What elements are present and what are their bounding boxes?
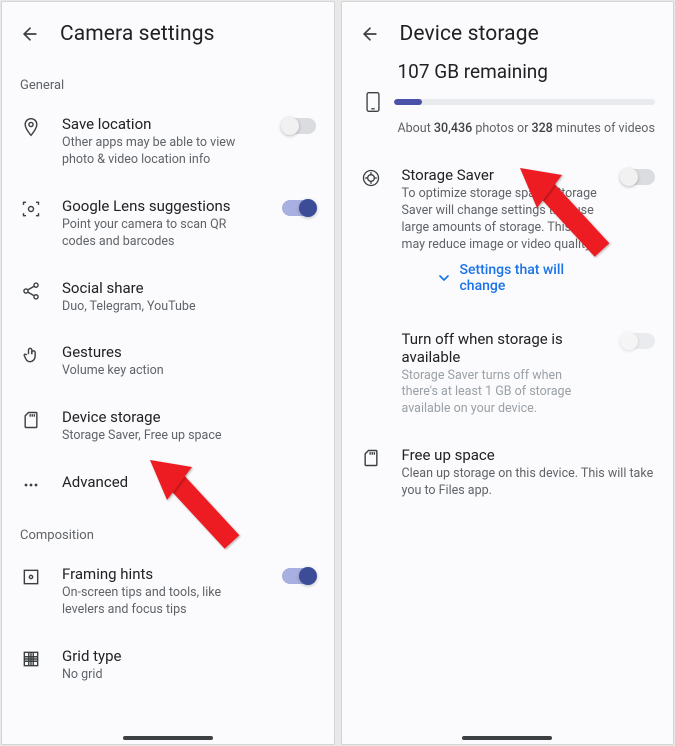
setting-subtitle: Clean up storage on this device. This wi… — [402, 466, 656, 500]
header: Device storage — [342, 2, 674, 60]
grid-icon — [20, 648, 42, 670]
row-turnoff[interactable]: Turn off when storage is available Stora… — [342, 316, 674, 433]
setting-title: Framing hints — [62, 565, 262, 583]
expand-settings-link[interactable]: Settings that will change — [402, 254, 598, 302]
camera-settings-screen: Camera settings General Save location Ot… — [1, 1, 335, 745]
section-composition: Composition — [2, 510, 334, 551]
toggle-lens[interactable] — [282, 200, 316, 216]
chevron-down-icon — [436, 270, 452, 286]
device-storage-screen: Device storage 107 GB remaining About 30… — [341, 1, 675, 745]
setting-subtitle: Point your camera to scan QR codes and b… — [62, 217, 262, 251]
toggle-framing[interactable] — [282, 568, 316, 584]
setting-subtitle: Storage Saver turns off when there's at … — [402, 368, 598, 419]
row-device-storage[interactable]: Device storage Storage Saver, Free up sp… — [2, 394, 334, 459]
setting-subtitle: Duo, Telegram, YouTube — [62, 299, 316, 316]
storage-summary: 107 GB remaining About 30,436 photos or … — [342, 60, 674, 136]
spacer-icon — [360, 331, 382, 353]
phone-icon — [362, 91, 384, 113]
row-gestures[interactable]: Gestures Volume key action — [2, 329, 334, 394]
setting-title: Turn off when storage is available — [402, 330, 598, 366]
sd-icon — [360, 447, 382, 469]
toggle-storage-saver[interactable] — [621, 169, 655, 185]
page-title: Device storage — [400, 22, 539, 46]
setting-title: Grid type — [62, 647, 316, 665]
row-freeup[interactable]: Free up space Clean up storage on this d… — [342, 432, 674, 514]
setting-title: Advanced — [62, 473, 316, 491]
row-social[interactable]: Social share Duo, Telegram, YouTube — [2, 265, 334, 330]
nav-handle[interactable] — [123, 736, 213, 740]
saver-icon — [360, 167, 382, 189]
setting-title: Google Lens suggestions — [62, 197, 262, 215]
setting-title: Device storage — [62, 408, 316, 426]
setting-title: Storage Saver — [402, 166, 598, 184]
frame-icon — [20, 566, 42, 588]
storage-progress — [394, 99, 656, 105]
back-icon[interactable] — [20, 24, 40, 44]
storage-estimate: About 30,436 photos or 328 minutes of vi… — [398, 121, 656, 136]
toggle-save-location[interactable] — [282, 118, 316, 134]
header: Camera settings — [2, 2, 334, 60]
setting-subtitle: Other apps may be able to view photo & v… — [62, 135, 262, 169]
nav-handle[interactable] — [462, 736, 552, 740]
page-title: Camera settings — [60, 22, 215, 46]
setting-title: Gestures — [62, 343, 316, 361]
row-grid[interactable]: Grid type No grid — [2, 633, 334, 698]
setting-title: Free up space — [402, 446, 656, 464]
row-storage-saver[interactable]: Storage Saver To optimize storage space,… — [342, 152, 674, 316]
row-framing[interactable]: Framing hints On-screen tips and tools, … — [2, 551, 334, 633]
location-icon — [20, 116, 42, 138]
gesture-icon — [20, 344, 42, 366]
setting-subtitle: No grid — [62, 667, 316, 684]
row-lens[interactable]: Google Lens suggestions Point your camer… — [2, 183, 334, 265]
expand-label: Settings that will change — [460, 262, 598, 294]
storage-remaining: 107 GB remaining — [398, 60, 656, 83]
section-general: General — [2, 60, 334, 101]
setting-title: Social share — [62, 279, 316, 297]
more-icon — [20, 474, 42, 496]
back-icon[interactable] — [360, 24, 380, 44]
setting-title: Save location — [62, 115, 262, 133]
setting-subtitle: Storage Saver, Free up space — [62, 428, 316, 445]
row-advanced[interactable]: Advanced — [2, 459, 334, 510]
row-save-location[interactable]: Save location Other apps may be able to … — [2, 101, 334, 183]
share-icon — [20, 280, 42, 302]
lens-icon — [20, 198, 42, 220]
sd-icon — [20, 409, 42, 431]
toggle-turnoff[interactable] — [621, 333, 655, 349]
setting-subtitle: On-screen tips and tools, like levelers … — [62, 585, 262, 619]
setting-subtitle: Volume key action — [62, 363, 316, 380]
setting-subtitle: To optimize storage space, Storage Saver… — [402, 186, 598, 254]
